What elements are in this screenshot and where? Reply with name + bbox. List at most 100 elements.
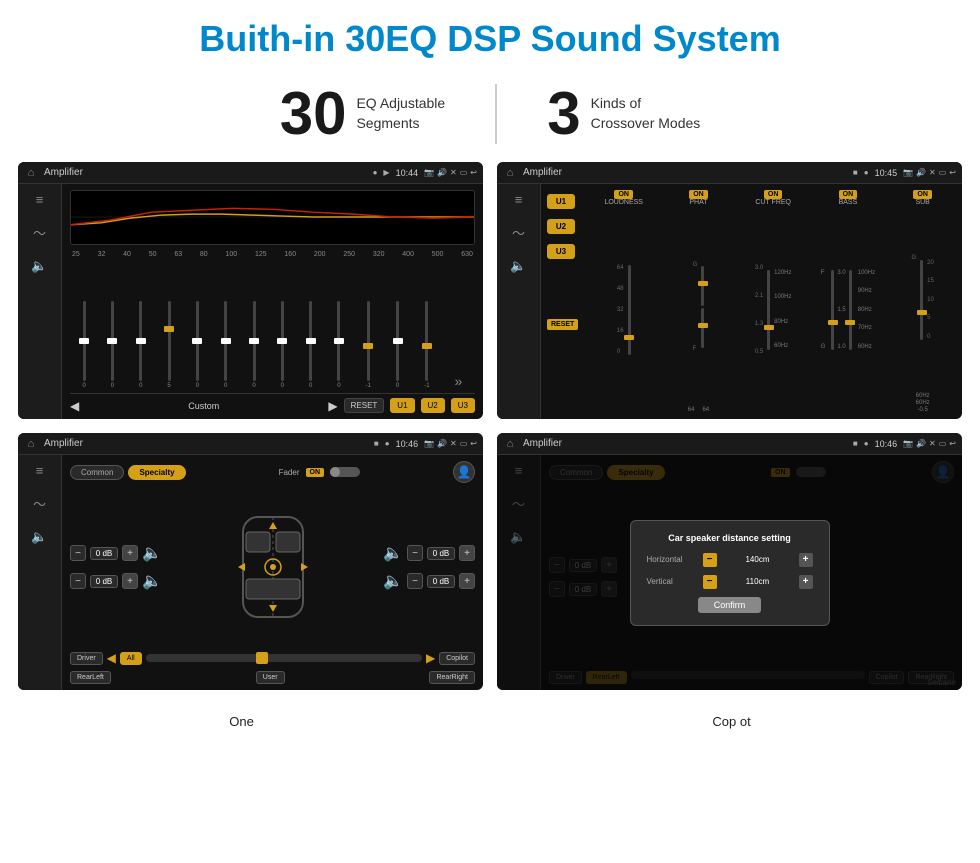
loudness-on[interactable]: ON xyxy=(614,190,633,199)
specialty-tab[interactable]: Specialty xyxy=(128,465,185,480)
minus-btn-br[interactable]: − xyxy=(407,573,423,589)
eq-icon-3[interactable]: ≡ xyxy=(36,463,44,478)
minus-btn-tr[interactable]: − xyxy=(407,545,423,561)
stat-crossover-number: 3 xyxy=(547,84,580,144)
page-title: Buith-in 30EQ DSP Sound System xyxy=(20,18,960,60)
preset-u2[interactable]: U2 xyxy=(547,219,575,234)
person-avatar-btn[interactable]: 👤 xyxy=(453,461,475,483)
speaker-br-icon: 🔈 xyxy=(383,571,403,591)
wave-icon-2[interactable]: 〜 xyxy=(512,223,525,242)
fader-label: Fader xyxy=(279,468,300,477)
speaker-icon-2[interactable]: 🔈 xyxy=(510,258,526,274)
screen-speaker: ⌂ Amplifier ■ ● 10:46 📷 🔊 ✕ ▭ ↩ ≡ 〜 🔈 xyxy=(18,433,483,690)
confirm-btn[interactable]: Confirm xyxy=(698,597,762,613)
home-icon[interactable]: ⌂ xyxy=(24,166,38,180)
eq-fader-1[interactable]: 0 xyxy=(82,301,85,389)
screen-crossover-time: 10:45 xyxy=(875,168,898,178)
sub-right-labels: 20 15 10 5 0 xyxy=(927,260,934,340)
sub-label: SUB xyxy=(915,199,929,206)
screen-speaker-topbar: ⌂ Amplifier ■ ● 10:46 📷 🔊 ✕ ▭ ↩ xyxy=(18,433,483,455)
fader-track-4 xyxy=(168,301,171,381)
all-btn[interactable]: All xyxy=(120,652,142,665)
vertical-plus[interactable]: + xyxy=(799,575,813,589)
eq-fader-10[interactable]: 0 xyxy=(337,301,340,389)
horizontal-minus[interactable]: − xyxy=(703,553,717,567)
rec-icon-3: ■ xyxy=(374,439,379,448)
cutfreq-fader[interactable]: 3.0 2.1 1.3 0.5 120Hz 100Hz xyxy=(755,206,792,413)
vol-sidebar-icon[interactable]: 🔈 xyxy=(31,529,47,545)
fader-thumb-5 xyxy=(192,338,202,344)
eq-fader-8[interactable]: 0 xyxy=(281,301,284,389)
phat-fader[interactable]: G F xyxy=(693,206,705,407)
vertical-minus[interactable]: − xyxy=(703,575,717,589)
plus-btn-bl[interactable]: + xyxy=(122,573,138,589)
chevron-right-icon[interactable]: » xyxy=(455,373,463,389)
sub-on[interactable]: ON xyxy=(913,190,932,199)
reset-btn[interactable]: RESET xyxy=(344,398,385,413)
sub-fader[interactable]: G 20 15 10 5 0 xyxy=(911,206,933,393)
u3-btn[interactable]: U3 xyxy=(451,398,475,413)
home-icon-3[interactable]: ⌂ xyxy=(24,437,38,451)
home-icon-2[interactable]: ⌂ xyxy=(503,166,517,180)
eq-fader-4[interactable]: 5 xyxy=(167,301,170,389)
preset-u1[interactable]: U1 xyxy=(547,194,575,209)
eq-fader-13[interactable]: -1 xyxy=(424,301,429,389)
minus-btn-tl[interactable]: − xyxy=(70,545,86,561)
eq-fader-2[interactable]: 0 xyxy=(111,301,114,389)
u2-btn[interactable]: U2 xyxy=(421,398,445,413)
wave-icon[interactable]: 〜 xyxy=(33,223,46,242)
eq-fader-9[interactable]: 0 xyxy=(309,301,312,389)
copilot-btn-3[interactable]: Copilot xyxy=(439,652,475,665)
fader-on-toggle[interactable]: ON xyxy=(306,468,325,477)
eq-fader-11[interactable]: -1 xyxy=(366,301,371,389)
eq-icon-2[interactable]: ≡ xyxy=(515,192,523,207)
stat-crossover-desc: Kinds of Crossover Modes xyxy=(591,94,701,133)
fader-thumb-8 xyxy=(277,338,287,344)
fader-thumb-11 xyxy=(363,343,373,349)
phat-on[interactable]: ON xyxy=(689,190,708,199)
driver-btn[interactable]: Driver xyxy=(70,652,103,665)
eq-custom-label: Custom xyxy=(85,401,322,411)
wave-icon-3[interactable]: 〜 xyxy=(33,494,46,513)
plus-btn-br[interactable]: + xyxy=(459,573,475,589)
eq-fader-5[interactable]: 0 xyxy=(196,301,199,389)
speaker-bottom-buttons: Driver ◀ All ▶ Copilot xyxy=(70,651,475,665)
back-icon: ↩ xyxy=(470,168,477,177)
minus-btn-bl[interactable]: − xyxy=(70,573,86,589)
stats-row: 30 EQ Adjustable Segments 3 Kinds of Cro… xyxy=(0,70,980,162)
slider-bar[interactable] xyxy=(146,654,422,662)
eq-icon[interactable]: ≡ xyxy=(36,192,44,207)
speaker-bottom-buttons-2: RearLeft User RearRight xyxy=(70,671,475,684)
bass-on[interactable]: ON xyxy=(839,190,858,199)
u1-btn[interactable]: U1 xyxy=(390,398,414,413)
loudness-fader[interactable]: 64 48 32 16 0 xyxy=(617,206,631,413)
eq-bottom-controls: ◀ Custom ▶ RESET U1 U2 U3 xyxy=(70,393,475,413)
eq-fader-6[interactable]: 0 xyxy=(224,301,227,389)
fader-slider[interactable] xyxy=(330,467,360,477)
home-icon-4[interactable]: ⌂ xyxy=(503,437,517,451)
next-btn[interactable]: ▶ xyxy=(328,399,337,413)
plus-btn-tl[interactable]: + xyxy=(122,545,138,561)
eq-fader-3[interactable]: 0 xyxy=(139,301,142,389)
speaker-icon[interactable]: 🔈 xyxy=(31,258,47,274)
rearleft-btn[interactable]: RearLeft xyxy=(70,671,111,684)
user-btn-3[interactable]: User xyxy=(256,671,285,684)
vertical-label: Vertical xyxy=(647,577,697,586)
bass-fader[interactable]: F G 3.0 1.5 1.0 xyxy=(821,206,875,413)
prev-btn[interactable]: ◀ xyxy=(70,399,79,413)
horizontal-plus[interactable]: + xyxy=(799,553,813,567)
reset-btn-crossover[interactable]: RESET xyxy=(547,319,578,330)
freq-100: 100 xyxy=(225,251,237,258)
speaker-tr-icon: 🔈 xyxy=(383,543,403,563)
cutfreq-on[interactable]: ON xyxy=(764,190,783,199)
eq-fader-7[interactable]: 0 xyxy=(252,301,255,389)
vol-value-bl: 0 dB xyxy=(90,575,118,588)
rearright-btn[interactable]: RearRight xyxy=(429,671,475,684)
common-tab[interactable]: Common xyxy=(70,465,124,480)
plus-btn-tr[interactable]: + xyxy=(459,545,475,561)
cutfreq-label: CUT FREQ xyxy=(755,199,791,206)
eq-fader-12[interactable]: 0 xyxy=(396,301,399,389)
horizontal-label: Horizontal xyxy=(647,555,697,564)
preset-u3[interactable]: U3 xyxy=(547,244,575,259)
stat-crossover: 3 Kinds of Crossover Modes xyxy=(497,84,750,144)
